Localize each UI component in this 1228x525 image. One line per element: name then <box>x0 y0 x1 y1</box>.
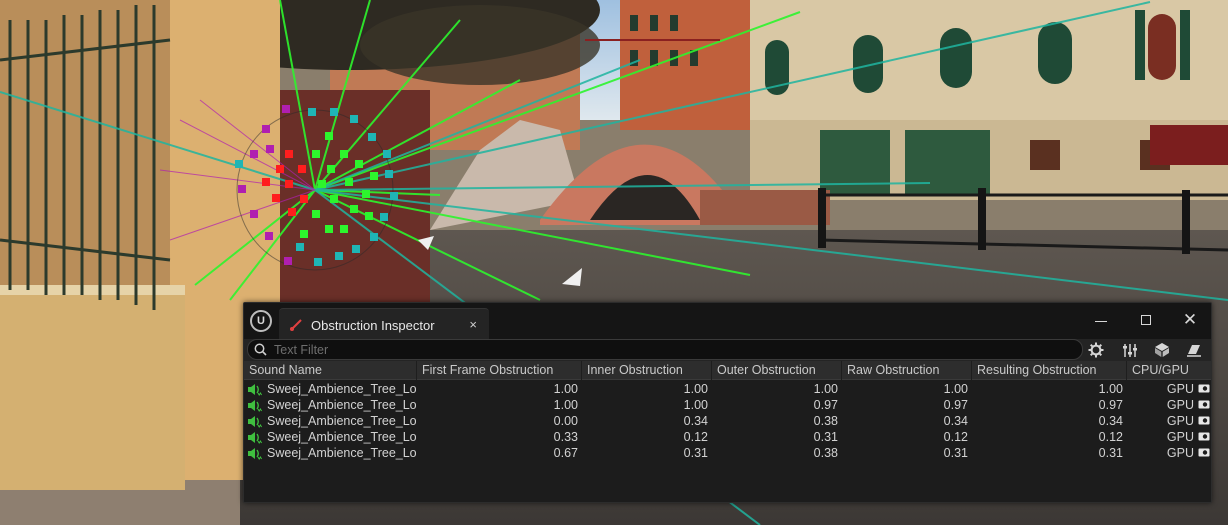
column-header-first-frame-obstruction[interactable]: First Frame Obstruction <box>416 361 581 380</box>
result-obstruction-cell: 0.12 <box>1098 430 1123 444</box>
tab-close-button[interactable]: × <box>469 317 477 332</box>
maximize-icon <box>1141 315 1151 325</box>
minimize-icon <box>1095 320 1107 322</box>
cpu-gpu-cell: GPU <box>1126 413 1211 429</box>
column-header-resulting-obstruction[interactable]: Resulting Obstruction <box>971 361 1126 380</box>
table-row[interactable]: Sweej_Ambience_Tree_Lo 1.00 1.00 1.00 1.00 1.… <box>244 381 1211 397</box>
sound-name-cell: Sweej_Ambience_Tree_Lo <box>244 381 416 397</box>
tab-label: Obstruction Inspector <box>311 318 435 333</box>
obstruction-inspector-window: U Obstruction Inspector × ✕ Text Filter … <box>243 302 1212 503</box>
processor-label: GPU <box>1166 430 1194 444</box>
cpu-gpu-cell: GPU <box>1126 381 1211 397</box>
sound-name-text: Sweej_Ambience_Tree_Lo <box>267 398 416 412</box>
search-box[interactable] <box>247 339 1083 360</box>
sound-name-cell: Sweej_Ambience_Tree_Lo <box>244 429 416 445</box>
speaker-icon <box>248 384 263 396</box>
gpu-card-icon <box>1198 416 1210 425</box>
result-obstruction-cell: 0.31 <box>1098 446 1123 460</box>
cpu-gpu-cell: GPU <box>1126 445 1211 461</box>
eraser-icon <box>1187 345 1201 357</box>
speaker-icon <box>248 400 263 412</box>
column-header-cpu-gpu[interactable]: CPU/GPU <box>1126 361 1211 380</box>
tab-obstruction-inspector[interactable]: Obstruction Inspector × <box>279 308 489 339</box>
table-row[interactable]: Sweej_Ambience_Tree_Lo 0.00 0.34 0.38 0.34 0.… <box>244 413 1211 429</box>
column-header-inner-obstruction[interactable]: Inner Obstruction <box>581 361 711 380</box>
table-row[interactable]: Sweej_Ambience_Tree_Lo 0.67 0.31 0.38 0.31 0.… <box>244 445 1211 461</box>
settings-button[interactable] <box>1086 340 1106 360</box>
unreal-logo-icon: U <box>250 310 272 332</box>
sound-name-text: Sweej_Ambience_Tree_Lo <box>267 414 416 428</box>
table-row[interactable]: Sweej_Ambience_Tree_Lo 0.33 0.12 0.31 0.12 0.… <box>244 429 1211 445</box>
toolbar <box>244 339 1211 361</box>
obstruction-table: Sound Name First Frame Obstruction Inner… <box>244 361 1211 502</box>
processor-label: GPU <box>1166 382 1194 396</box>
cube-icon <box>1155 343 1169 357</box>
mixer-button[interactable] <box>1120 340 1140 360</box>
column-header-raw-obstruction[interactable]: Raw Obstruction <box>841 361 971 380</box>
gpu-card-icon <box>1198 400 1210 409</box>
sound-name-text: Sweej_Ambience_Tree_Lo <box>267 446 416 460</box>
column-header-sound-name[interactable]: Sound Name <box>244 361 416 380</box>
column-header-outer-obstruction[interactable]: Outer Obstruction <box>711 361 841 380</box>
gpu-card-icon <box>1198 384 1210 393</box>
processor-label: GPU <box>1166 398 1194 412</box>
processor-label: GPU <box>1166 414 1194 428</box>
sound-name-cell: Sweej_Ambience_Tree_Lo <box>244 445 416 461</box>
speaker-icon <box>248 416 263 428</box>
table-header: Sound Name First Frame Obstruction Inner… <box>244 361 1211 380</box>
table-row[interactable]: Sweej_Ambience_Tree_Lo 1.00 1.00 0.97 0.97 0.… <box>244 397 1211 413</box>
speaker-icon <box>248 448 263 460</box>
gpu-card-icon <box>1198 432 1210 441</box>
result-obstruction-cell: 0.34 <box>1098 414 1123 428</box>
gpu-card-icon <box>1198 448 1210 457</box>
gear-icon <box>1088 342 1104 358</box>
sound-name-cell: Sweej_Ambience_Tree_Lo <box>244 397 416 413</box>
obstruction-ray-icon <box>290 319 302 331</box>
title-bar[interactable]: U Obstruction Inspector × ✕ <box>244 303 1211 339</box>
sound-name-text: Sweej_Ambience_Tree_Lo <box>267 382 416 396</box>
cpu-gpu-cell: GPU <box>1126 397 1211 413</box>
mixer-sliders-icon <box>1123 344 1137 357</box>
sound-name-text: Sweej_Ambience_Tree_Lo <box>267 430 416 444</box>
result-obstruction-cell: 1.00 <box>1098 382 1123 396</box>
cube-button[interactable] <box>1152 340 1172 360</box>
eraser-button[interactable] <box>1184 340 1204 360</box>
result-obstruction-cell: 0.97 <box>1098 398 1123 412</box>
text-filter-input[interactable] <box>274 341 1064 358</box>
sound-name-cell: Sweej_Ambience_Tree_Lo <box>244 413 416 429</box>
minimize-button[interactable] <box>1089 308 1113 332</box>
close-window-button[interactable]: ✕ <box>1178 308 1202 332</box>
cpu-gpu-cell: GPU <box>1126 429 1211 445</box>
table-body: Sweej_Ambience_Tree_Lo 1.00 1.00 1.00 1.00 1.… <box>244 381 1211 461</box>
maximize-button[interactable] <box>1134 308 1158 332</box>
speaker-icon <box>248 432 263 444</box>
search-icon <box>254 343 267 356</box>
processor-label: GPU <box>1166 446 1194 460</box>
